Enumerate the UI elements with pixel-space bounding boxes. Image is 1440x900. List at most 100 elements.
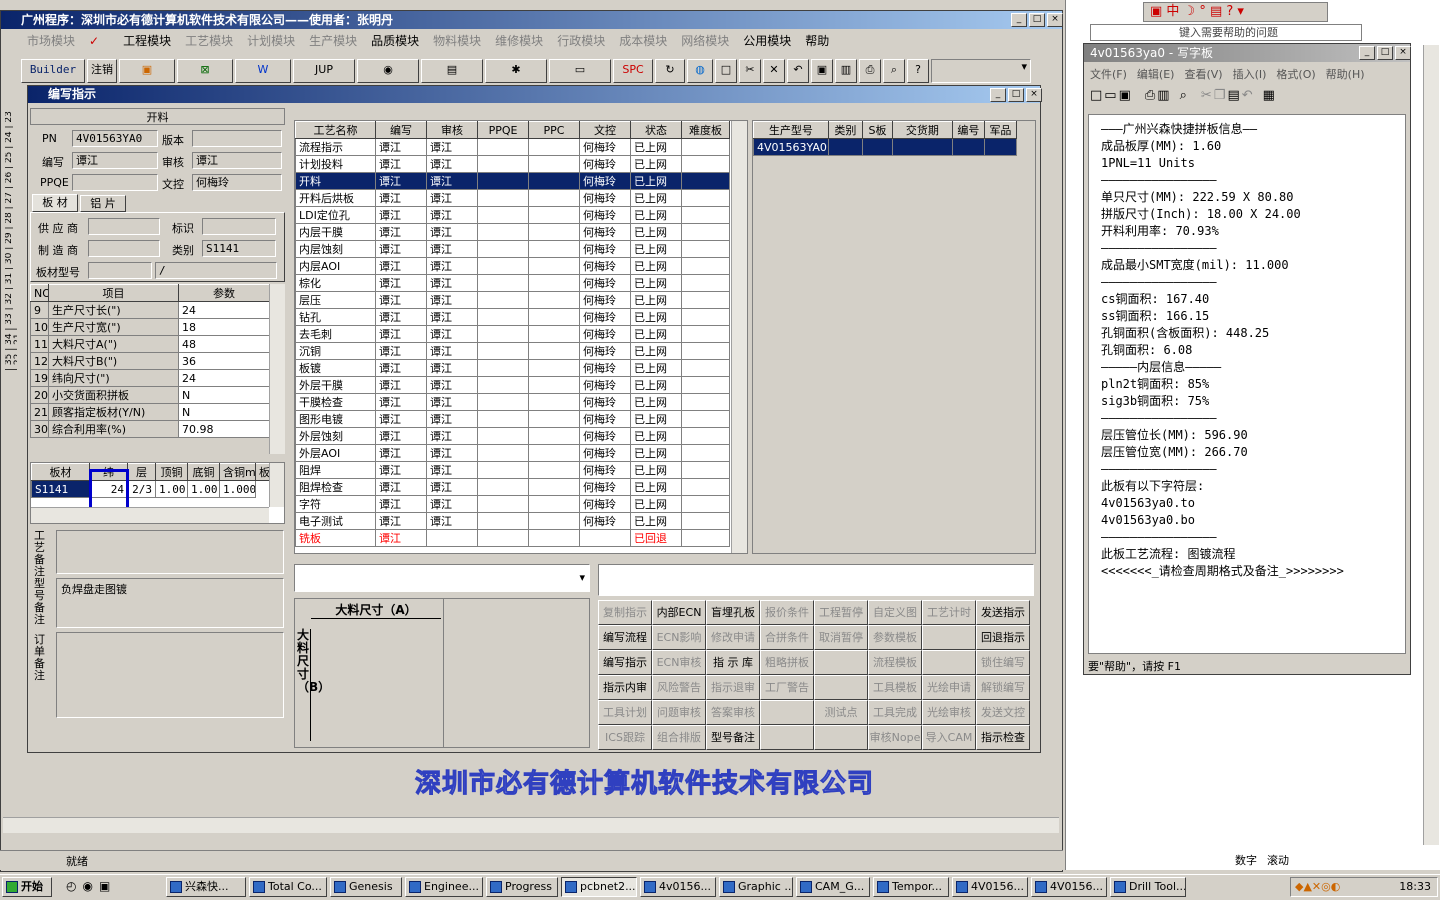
wordpad-menu-item[interactable]: 查看(V): [1184, 68, 1222, 81]
params-row[interactable]: 10 生产尺寸宽(") 18: [30, 318, 270, 336]
print-icon[interactable]: ⎙: [859, 59, 881, 83]
process-row[interactable]: 计划投料 谭江 谭江 何梅玲 已上网: [295, 155, 730, 173]
builder-button[interactable]: Builder: [21, 59, 85, 83]
writer-field[interactable]: 谭江: [72, 152, 158, 169]
new-doc-icon[interactable]: □: [1090, 88, 1102, 110]
excel-icon[interactable]: ⊠: [177, 59, 233, 83]
wordpad-menu-item[interactable]: 格式(O): [1276, 68, 1315, 81]
command-button[interactable]: [760, 700, 814, 725]
command-button[interactable]: 工艺计时: [922, 600, 976, 625]
params-scrollbar[interactable]: [269, 284, 285, 454]
command-button[interactable]: 风险警告: [652, 675, 706, 700]
params-row[interactable]: 12 大料尺寸B(") 36: [30, 352, 270, 370]
command-button[interactable]: 指示检查: [976, 725, 1030, 750]
logout-button[interactable]: 注销: [87, 59, 117, 83]
order-note-field[interactable]: [56, 632, 284, 718]
tool-orange-icon[interactable]: ▣: [119, 59, 175, 83]
taskbar-item[interactable]: 4V0156...: [952, 877, 1028, 897]
process-row[interactable]: 外层蚀刻 谭江 谭江 何梅玲 已上网: [295, 427, 730, 445]
command-button[interactable]: 粗略拼板: [760, 650, 814, 675]
menu-item[interactable]: 成本模块: [619, 34, 667, 48]
right-vscroll[interactable]: [1423, 45, 1439, 845]
tab-board[interactable]: 板 材: [32, 194, 78, 212]
undo-doc-icon[interactable]: ↶: [1242, 88, 1253, 110]
command-button[interactable]: 流程模板: [868, 650, 922, 675]
taskbar-item[interactable]: Tempor...: [873, 877, 949, 897]
menu-item[interactable]: 生产模块: [309, 34, 357, 48]
new-icon[interactable]: □: [715, 59, 737, 83]
process-scrollbar[interactable]: [731, 121, 747, 553]
copy-icon[interactable]: ❐: [1214, 88, 1226, 110]
delete-icon[interactable]: ✕: [763, 59, 785, 83]
process-row[interactable]: 开料后烘板 谭江 谭江 何梅玲 已上网: [295, 189, 730, 207]
menu-item[interactable]: 物料模块: [433, 34, 481, 48]
process-row[interactable]: 开料 谭江 谭江 何梅玲 已上网: [295, 172, 730, 190]
main-hscroll[interactable]: [3, 817, 1059, 833]
print-doc-icon[interactable]: ⎙: [1145, 88, 1155, 110]
process-row[interactable]: 去毛刺 谭江 谭江 何梅玲 已上网: [295, 325, 730, 343]
word-icon[interactable]: W: [235, 59, 291, 83]
printer-icon[interactable]: ▭: [549, 59, 611, 83]
process-row[interactable]: 阻焊 谭江 谭江 何梅玲 已上网: [295, 461, 730, 479]
minimize-button[interactable]: _: [1011, 13, 1027, 27]
params-row[interactable]: 11 大料尺寸A(") 48: [30, 335, 270, 353]
command-button[interactable]: 参数模板: [868, 625, 922, 650]
find-doc-icon[interactable]: ⌕: [1180, 88, 1187, 110]
model-note-field[interactable]: 负焊盘走图镀: [56, 578, 284, 628]
insert-object-icon[interactable]: ▦: [1263, 88, 1275, 110]
eye-icon[interactable]: ◉: [357, 59, 419, 83]
command-button[interactable]: ICS跟踪: [598, 725, 652, 750]
wordpad-menu-item[interactable]: 帮助(H): [1326, 68, 1365, 81]
command-button[interactable]: 导入CAM: [922, 725, 976, 750]
command-button[interactable]: 工厂警告: [760, 675, 814, 700]
refresh-icon[interactable]: ↻: [655, 59, 685, 83]
dialog-maximize-button[interactable]: □: [1008, 88, 1024, 102]
command-button[interactable]: 编写指示: [598, 650, 652, 675]
wordpad-maximize-button[interactable]: □: [1377, 46, 1393, 60]
process-row[interactable]: 沉铜 谭江 谭江 何梅玲 已上网: [295, 342, 730, 360]
process-row[interactable]: 图形电镀 谭江 谭江 何梅玲 已上网: [295, 410, 730, 428]
command-button[interactable]: ECN影响: [652, 625, 706, 650]
process-row[interactable]: 外层干膜 谭江 谭江 何梅玲 已上网: [295, 376, 730, 394]
command-button[interactable]: 审核Nope: [868, 725, 922, 750]
command-button[interactable]: 取消暂停: [814, 625, 868, 650]
taskbar-item[interactable]: Progress: [486, 877, 558, 897]
command-button[interactable]: 复制指示: [598, 600, 652, 625]
wordpad-menu-item[interactable]: 文件(F): [1090, 68, 1127, 81]
command-button[interactable]: [814, 650, 868, 675]
menu-item[interactable]: 工程模块: [123, 34, 171, 48]
save-icon[interactable]: ▣: [811, 59, 833, 83]
command-button[interactable]: 指 示 库: [706, 650, 760, 675]
process-combo[interactable]: ▾: [294, 564, 590, 592]
command-button[interactable]: 工具完成: [868, 700, 922, 725]
help-icon[interactable]: ?: [907, 59, 929, 83]
material-hscroll[interactable]: [31, 507, 269, 523]
taskbar-item[interactable]: CAM_G...: [796, 877, 870, 897]
tab-aluminum[interactable]: 铝 片: [80, 195, 126, 212]
database-icon[interactable]: ▤: [421, 59, 483, 83]
help-box[interactable]: 键入需要帮助的问题: [1090, 24, 1362, 41]
process-row[interactable]: 字符 谭江 谭江 何梅玲 已上网: [295, 495, 730, 513]
wordpad-close-button[interactable]: ×: [1395, 46, 1411, 60]
command-button[interactable]: [922, 650, 976, 675]
command-button[interactable]: 发送文控: [976, 700, 1030, 725]
params-row[interactable]: 9 生产尺寸长(") 24: [30, 301, 270, 319]
command-button[interactable]: [922, 625, 976, 650]
process-row[interactable]: 外层AOI 谭江 谭江 何梅玲 已上网: [295, 444, 730, 462]
command-button[interactable]: 指示内审: [598, 675, 652, 700]
process-row[interactable]: 干膜检查 谭江 谭江 何梅玲 已上网: [295, 393, 730, 411]
taskbar-item[interactable]: Enginee...: [405, 877, 483, 897]
command-button[interactable]: 锁住编写: [976, 650, 1030, 675]
doc-field[interactable]: 何梅玲: [192, 174, 282, 191]
params-row[interactable]: 21 顾客指定板材(Y/N) N: [30, 403, 270, 421]
command-button[interactable]: 型号备注: [706, 725, 760, 750]
command-button[interactable]: 工程暂停: [814, 600, 868, 625]
process-row[interactable]: 阻焊检查 谭江 谭江 何梅玲 已上网: [295, 478, 730, 496]
command-button[interactable]: 合拼条件: [760, 625, 814, 650]
menu-item[interactable]: 帮助: [805, 34, 829, 48]
close-button[interactable]: ×: [1047, 13, 1063, 27]
open-icon[interactable]: ▭: [1104, 88, 1116, 110]
command-button[interactable]: [814, 675, 868, 700]
preview-doc-icon[interactable]: ▥: [1157, 88, 1169, 110]
command-button[interactable]: [760, 725, 814, 750]
